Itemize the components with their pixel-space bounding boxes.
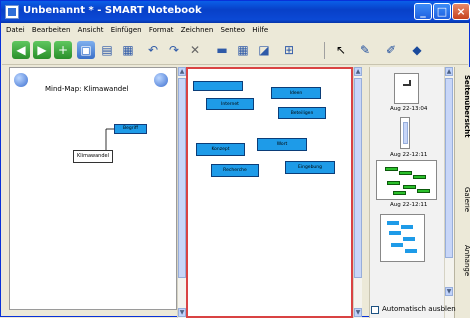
paste-icon[interactable]: ▦: [119, 41, 137, 59]
page-slider[interactable]: [400, 117, 410, 149]
canvas-box-empty[interactable]: [193, 81, 243, 91]
menu-einfuegen[interactable]: Einfügen: [111, 23, 142, 37]
sidebar-scrollbar[interactable]: ▲ ▼: [444, 67, 454, 318]
canvas-box-ideen[interactable]: Ideen: [271, 87, 321, 99]
side-tabs: Seitenübersicht Galerie Anhänge: [454, 67, 470, 318]
toolbar-separator: [324, 42, 325, 59]
close-icon[interactable]: ×: [452, 3, 470, 20]
delete-icon[interactable]: ✕: [186, 41, 204, 59]
pen-icon[interactable]: ✎: [356, 41, 374, 59]
left-scrollbar[interactable]: ▲ ▼: [177, 67, 186, 318]
window-app-icon: [5, 5, 19, 19]
scroll-up-arrow[interactable]: ▲: [178, 67, 186, 76]
autohide-checkbox[interactable]: [371, 306, 379, 314]
minimize-icon[interactable]: _: [414, 3, 432, 20]
scroll-down-arrow[interactable]: ▼: [445, 287, 453, 296]
menu-zeichnen[interactable]: Zeichnen: [181, 23, 214, 37]
menu-hilfe[interactable]: Hilfe: [252, 23, 268, 37]
add-page-icon[interactable]: +: [54, 41, 72, 59]
back-arrow-icon[interactable]: ◀: [12, 41, 30, 59]
scroll-thumb[interactable]: [354, 78, 362, 278]
mindmap-node-begriff[interactable]: Begriff: [114, 124, 147, 134]
select-arrow-icon[interactable]: ↖: [332, 41, 350, 59]
screen-shade-icon[interactable]: ▬: [213, 41, 231, 59]
canvas-box-beteiligen[interactable]: Beteiligen: [278, 107, 326, 119]
menu-datei[interactable]: Datei: [6, 23, 25, 37]
page-thumbnail-4[interactable]: [380, 214, 425, 262]
autohide-label: Automatisch ausblen: [382, 305, 456, 313]
window-title: Unbenannt * - SMART Notebook: [23, 5, 202, 16]
menu-bearbeiten[interactable]: Bearbeiten: [32, 23, 70, 37]
scroll-up-arrow[interactable]: ▲: [354, 67, 362, 76]
page-sorter: Aug 22-13:04 Aug 22-12:11 Aug 22-12:11: [369, 67, 453, 318]
table-insert-icon[interactable]: ⊞: [280, 41, 298, 59]
table-icon[interactable]: ▦: [234, 41, 252, 59]
open-icon[interactable]: ▣: [77, 41, 95, 59]
redo-icon[interactable]: ↷: [165, 41, 183, 59]
menu-senteo[interactable]: Senteo: [221, 23, 246, 37]
screen-capture-icon[interactable]: ◪: [255, 41, 273, 59]
menu-bar: Datei Bearbeiten Ansicht Einfügen Format…: [2, 23, 468, 37]
undo-icon[interactable]: ↶: [144, 41, 162, 59]
page-thumbnail-1[interactable]: [394, 73, 419, 104]
maximize-icon[interactable]: □: [433, 3, 451, 20]
notebook-canvas[interactable]: Internet Ideen Beteiligen Konzept Wort R…: [186, 67, 353, 318]
page-thumbnail-3[interactable]: [376, 160, 437, 200]
mindmap-node-klimawandel[interactable]: Klimawandel: [73, 150, 113, 163]
page-thumbnail-3-label: Aug 22-12:11: [390, 202, 428, 208]
scroll-down-arrow[interactable]: ▼: [354, 308, 362, 317]
app-window: Unbenannt * - SMART Notebook _ □ × Datei…: [0, 0, 470, 318]
save-icon[interactable]: ▤: [98, 41, 116, 59]
canvas-box-eingebung[interactable]: Eingebung: [285, 161, 335, 174]
canvas-box-konzept[interactable]: Konzept: [196, 143, 245, 156]
scroll-thumb[interactable]: [178, 78, 186, 278]
canvas-box-internet[interactable]: Internet: [206, 98, 254, 110]
scroll-thumb[interactable]: [445, 78, 453, 258]
canvas-scrollbar[interactable]: ▲ ▼: [353, 67, 362, 318]
title-bar[interactable]: Unbenannt * - SMART Notebook _ □ ×: [1, 1, 470, 23]
page-thumbnail-1-label: Aug 22-13:04: [390, 106, 428, 112]
forward-arrow-icon[interactable]: ▶: [33, 41, 51, 59]
page-thumbnail-2-label: Aug 22-12:11: [390, 152, 428, 158]
mindmap-panel[interactable]: Mind-Map: Klimawandel Begriff Klimawande…: [9, 67, 177, 310]
scroll-down-arrow[interactable]: ▼: [178, 308, 186, 317]
mindmap-connector: [105, 128, 114, 150]
menu-ansicht[interactable]: Ansicht: [78, 23, 104, 37]
tab-anhaenge[interactable]: Anhänge: [457, 245, 470, 276]
tab-seitenuebersicht[interactable]: Seitenübersicht: [457, 75, 470, 138]
canvas-box-wort[interactable]: Wort: [257, 138, 307, 151]
highlighter-icon[interactable]: ✐: [382, 41, 400, 59]
scroll-up-arrow[interactable]: ▲: [445, 67, 453, 76]
eraser-icon[interactable]: ◆: [408, 41, 426, 59]
tab-galerie[interactable]: Galerie: [457, 187, 470, 212]
canvas-box-recherche[interactable]: Recherche: [211, 164, 259, 177]
toolbar: ◀ ▶ + ▣ ▤ ▦ ↶ ↷ ✕ ▬ ▦ ◪ ⊞ ↖ ✎ ✐ ◆: [2, 37, 468, 65]
menu-format[interactable]: Format: [149, 23, 174, 37]
